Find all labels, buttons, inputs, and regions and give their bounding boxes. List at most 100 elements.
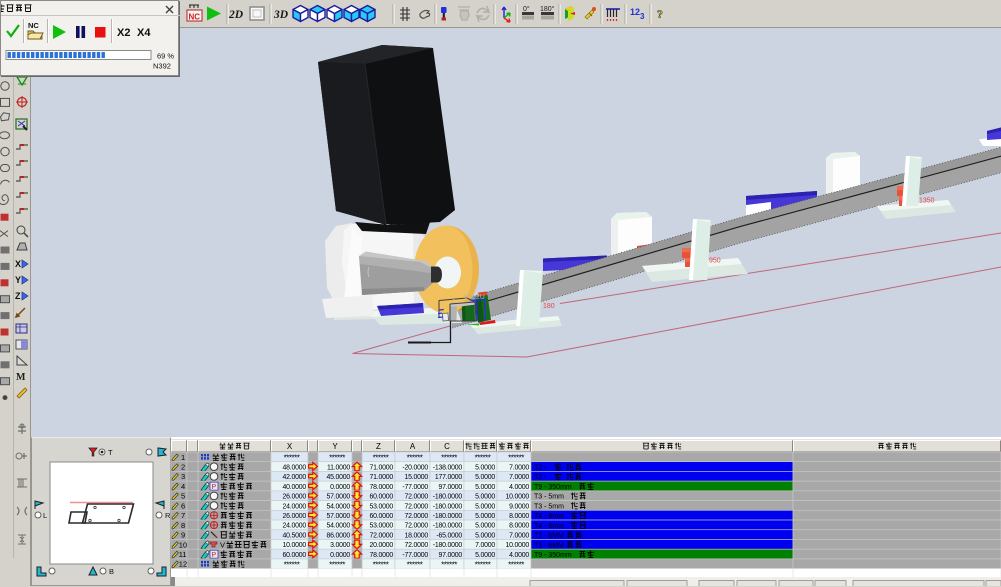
svg-text:A: A [410, 442, 416, 451]
svg-text:53.0000: 53.0000 [369, 503, 393, 510]
svg-text:******: ****** [508, 560, 524, 569]
svg-text:7.0000: 7.0000 [475, 542, 495, 549]
svg-text:P: P [212, 484, 217, 491]
svg-text:T2 -: T2 - [534, 474, 547, 481]
svg-text:T3 - 5mm: T3 - 5mm [534, 503, 564, 510]
svg-text:T3 - 5mm: T3 - 5mm [534, 494, 564, 501]
svg-text:X2: X2 [117, 27, 130, 39]
svg-text:T9 - 350mm: T9 - 350mm [534, 484, 572, 491]
svg-text:78.0000: 78.0000 [369, 552, 393, 559]
svg-text:69 %: 69 % [157, 52, 174, 61]
svg-text:X: X [287, 442, 293, 451]
svg-text:57.0000: 57.0000 [326, 494, 350, 501]
svg-text:-180.0000: -180.0000 [433, 503, 463, 510]
svg-text:20.0000: 20.0000 [369, 542, 393, 549]
svg-text:5.0000: 5.0000 [475, 474, 495, 481]
svg-text:26.0000: 26.0000 [282, 513, 306, 520]
svg-text:2: 2 [181, 463, 185, 472]
svg-text:******: ****** [284, 453, 300, 462]
svg-text:78.0000: 78.0000 [369, 484, 393, 491]
svg-text:54.0000: 54.0000 [326, 523, 350, 530]
svg-text:5.0000: 5.0000 [475, 532, 495, 539]
svg-text:12: 12 [179, 560, 187, 569]
svg-text:******: ****** [475, 560, 491, 569]
svg-text:-77.0000: -77.0000 [402, 484, 428, 491]
svg-text:71.0000: 71.0000 [369, 474, 393, 481]
svg-text:7: 7 [181, 511, 185, 520]
svg-text:Y: Y [332, 442, 338, 451]
svg-text:0.0000: 0.0000 [330, 552, 350, 559]
svg-text:******: ****** [373, 560, 389, 569]
svg-text:******: ****** [329, 453, 345, 462]
svg-text:10: 10 [179, 540, 187, 549]
svg-text:T9 - 350mm: T9 - 350mm [534, 552, 572, 559]
svg-text:15.0000: 15.0000 [404, 474, 428, 481]
svg-text:T4 - 6mm: T4 - 6mm [534, 523, 564, 530]
svg-text:24.0000: 24.0000 [282, 503, 306, 510]
svg-text:5.0000: 5.0000 [475, 464, 495, 471]
svg-text:177.0000: 177.0000 [435, 474, 463, 481]
svg-text:******: ****** [284, 560, 300, 569]
svg-text:9.0000: 9.0000 [509, 503, 529, 510]
svg-text:T2 -: T2 - [534, 465, 547, 472]
svg-text:24.0000: 24.0000 [282, 523, 306, 530]
svg-text:97.0000: 97.0000 [438, 552, 462, 559]
svg-text:N392: N392 [153, 62, 171, 71]
svg-text:5.0000: 5.0000 [475, 484, 495, 491]
svg-text:72.0000: 72.0000 [404, 542, 428, 549]
svg-text:7.0000: 7.0000 [509, 532, 529, 539]
svg-text:******: ****** [475, 453, 491, 462]
svg-text:40.0000: 40.0000 [282, 484, 306, 491]
svg-text:40.5000: 40.5000 [282, 532, 306, 539]
svg-text:1: 1 [181, 453, 185, 462]
svg-text:71.0000: 71.0000 [369, 464, 393, 471]
svg-text:10.0000: 10.0000 [282, 542, 306, 549]
svg-text:T1 - 6MM: T1 - 6MM [534, 542, 564, 549]
svg-text:54.0000: 54.0000 [326, 503, 350, 510]
svg-text:******: ****** [373, 453, 389, 462]
svg-text:T4 - 6mm: T4 - 6mm [534, 513, 564, 520]
svg-text:4: 4 [181, 482, 185, 491]
svg-text:-180.0000: -180.0000 [433, 523, 463, 530]
svg-text:******: ****** [407, 560, 423, 569]
svg-text:4.0000: 4.0000 [509, 484, 529, 491]
svg-text:26.0000: 26.0000 [282, 494, 306, 501]
svg-text:5.0000: 5.0000 [475, 552, 495, 559]
svg-text:8: 8 [181, 521, 185, 530]
svg-text:******: ****** [329, 560, 345, 569]
svg-text:11.0000: 11.0000 [327, 464, 350, 471]
svg-text:******: ****** [441, 560, 457, 569]
svg-text:-138.0000: -138.0000 [433, 464, 463, 471]
svg-text:7.0000: 7.0000 [509, 474, 529, 481]
svg-text:86.0000: 86.0000 [326, 532, 350, 539]
svg-text:-180.0000: -180.0000 [433, 494, 463, 501]
svg-text:******: ****** [407, 453, 423, 462]
svg-text:5.0000: 5.0000 [475, 494, 495, 501]
svg-text:3: 3 [181, 472, 185, 481]
svg-text:-180.0000: -180.0000 [433, 542, 463, 549]
svg-text:******: ****** [508, 453, 524, 462]
svg-text:C: C [444, 442, 450, 451]
svg-text:-65.0000: -65.0000 [436, 532, 462, 539]
svg-text:NC: NC [28, 21, 39, 30]
svg-text:10.0000: 10.0000 [505, 494, 529, 501]
svg-text:-180.0000: -180.0000 [433, 513, 463, 520]
svg-text:6: 6 [181, 501, 185, 510]
svg-text:8.0000: 8.0000 [509, 513, 529, 520]
svg-text:******: ****** [441, 453, 457, 462]
svg-text:72.0000: 72.0000 [404, 523, 428, 530]
svg-text:18.0000: 18.0000 [404, 532, 428, 539]
svg-text:5.0000: 5.0000 [475, 513, 495, 520]
svg-text:P: P [212, 552, 217, 559]
svg-text:4.0000: 4.0000 [509, 552, 529, 559]
svg-text:10.0000: 10.0000 [505, 542, 529, 549]
svg-text:8.0000: 8.0000 [509, 523, 529, 530]
svg-text:53.0000: 53.0000 [369, 523, 393, 530]
svg-text:9: 9 [181, 531, 185, 540]
svg-text:11: 11 [179, 550, 187, 559]
svg-text:72.0000: 72.0000 [404, 503, 428, 510]
svg-text:72.0000: 72.0000 [404, 494, 428, 501]
svg-text:V: V [220, 540, 225, 549]
svg-text:48.0000: 48.0000 [282, 464, 306, 471]
svg-text:X4: X4 [137, 27, 151, 39]
